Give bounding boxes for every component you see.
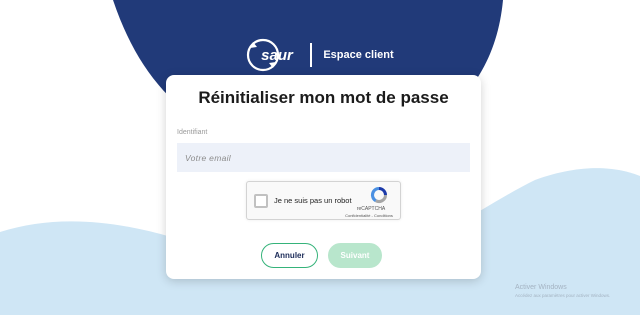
recaptcha-widget: Je ne suis pas un robot reCAPTCHA Confid… [246, 181, 401, 220]
cancel-button[interactable]: Annuler [261, 243, 318, 268]
reset-password-card: Réinitialiser mon mot de passe Identifia… [166, 75, 481, 279]
next-button[interactable]: Suivant [328, 243, 382, 268]
watermark-subtitle: Accédez aux paramètres pour activer Wind… [515, 293, 611, 298]
terms-link[interactable]: Conditions [374, 213, 393, 218]
portal-label: Espace client [323, 49, 394, 61]
brand-header: saur Espace client [0, 38, 640, 72]
brand-separator [310, 43, 313, 67]
recaptcha-icon [370, 186, 388, 204]
recaptcha-brand: reCAPTCHA [356, 206, 386, 212]
saur-logo: saur [247, 38, 294, 72]
recaptcha-checkbox[interactable] [254, 194, 268, 208]
page-title: Réinitialiser mon mot de passe [198, 88, 449, 107]
identifier-label: Identifiant [177, 129, 208, 136]
email-input[interactable] [177, 143, 470, 172]
recaptcha-label: Je ne suis pas un robot [274, 196, 352, 205]
windows-activation-watermark: Activer Windows Accédez aux paramètres p… [515, 284, 610, 298]
privacy-link[interactable]: Confidentialité [345, 213, 370, 218]
logo-wordmark: saur [261, 47, 294, 64]
recaptcha-links: Confidentialité - Conditions [337, 213, 401, 218]
watermark-title: Activer Windows [515, 284, 567, 291]
